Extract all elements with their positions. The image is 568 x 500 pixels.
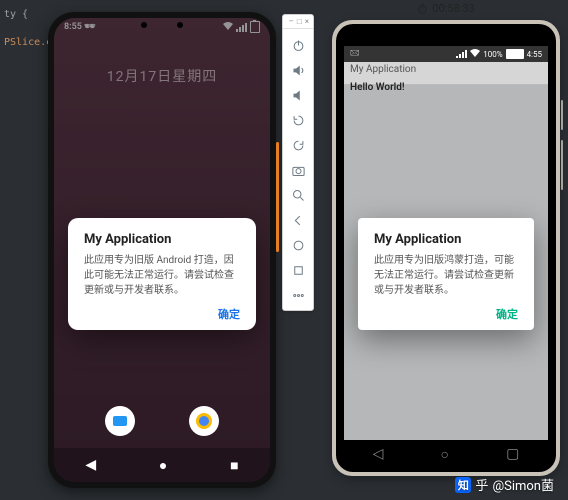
- power-icon[interactable]: [289, 36, 307, 54]
- side-volume: [561, 140, 563, 190]
- android-emulator-frame: 8:55 🕶 12月17日星期四 My Application 此应用专为旧版 …: [48, 12, 276, 488]
- compat-dialog: My Application 此应用专为旧版鸿蒙打造，可能无法正常运行。请尝试检…: [358, 218, 534, 330]
- messages-app-icon[interactable]: [105, 406, 135, 436]
- accent-strip: [276, 142, 279, 252]
- nav-bar: ◀ ● ■: [54, 448, 270, 482]
- status-bar: 🖂 100% 4:55: [344, 46, 548, 62]
- nav-home-icon[interactable]: ○: [441, 446, 449, 463]
- dialog-title: My Application: [84, 232, 240, 247]
- more-icon[interactable]: [289, 286, 307, 304]
- dialog-title: My Application: [374, 232, 518, 247]
- toolbar-window-controls: – □ ×: [283, 15, 313, 29]
- wifi-icon: [470, 49, 480, 59]
- compat-dialog: My Application 此应用专为旧版 Android 打造，因此可能无法…: [68, 218, 256, 330]
- nav-bar: ◁ ○ ▢: [344, 442, 548, 466]
- volume-down-icon[interactable]: [289, 86, 307, 104]
- zoom-icon[interactable]: [289, 186, 307, 204]
- maximize-icon[interactable]: □: [297, 17, 302, 26]
- dialog-body: 此应用专为旧版 Android 打造，因此可能无法正常运行。请尝试检查更新或与开…: [84, 253, 240, 298]
- chrome-app-icon[interactable]: [189, 406, 219, 436]
- dialog-ok-button[interactable]: 确定: [374, 306, 518, 322]
- volume-up-icon[interactable]: [289, 61, 307, 79]
- harmony-emulator-frame: 🖂 100% 4:55 My Application Hello World! …: [332, 20, 560, 476]
- nav-recent-icon[interactable]: ▢: [506, 446, 519, 462]
- hello-text: Hello World!: [350, 82, 405, 93]
- minimize-icon[interactable]: –: [289, 17, 294, 26]
- nav-recent-icon[interactable]: ■: [230, 457, 238, 474]
- nav-back-icon[interactable]: ◁: [373, 446, 384, 462]
- zhihu-icon: 知: [455, 477, 471, 493]
- rotate-left-icon[interactable]: [289, 111, 307, 129]
- app-dock: [54, 406, 270, 436]
- emulator-toolbar: – □ ×: [282, 14, 314, 311]
- home-circle-icon[interactable]: [289, 236, 307, 254]
- recording-timer: 00:58:33: [332, 2, 560, 15]
- signal-icon: [456, 50, 467, 58]
- recents-square-icon[interactable]: [289, 261, 307, 279]
- nav-home-icon[interactable]: ●: [159, 457, 167, 474]
- close-icon[interactable]: ×: [305, 17, 309, 26]
- nav-back-icon[interactable]: ◀: [85, 457, 96, 473]
- back-arrow-icon[interactable]: [289, 211, 307, 229]
- dialog-ok-button[interactable]: 确定: [84, 306, 240, 322]
- watermark: 知乎 @Simon菌: [455, 475, 554, 494]
- stopwatch-icon: [417, 3, 428, 14]
- side-button: [561, 100, 563, 130]
- dialog-body: 此应用专为旧版鸿蒙打造，可能无法正常运行。请尝试检查更新或与开发者联系。: [374, 253, 518, 298]
- rotate-right-icon[interactable]: [289, 136, 307, 154]
- camera-icon[interactable]: [289, 161, 307, 179]
- battery-icon: [506, 49, 524, 59]
